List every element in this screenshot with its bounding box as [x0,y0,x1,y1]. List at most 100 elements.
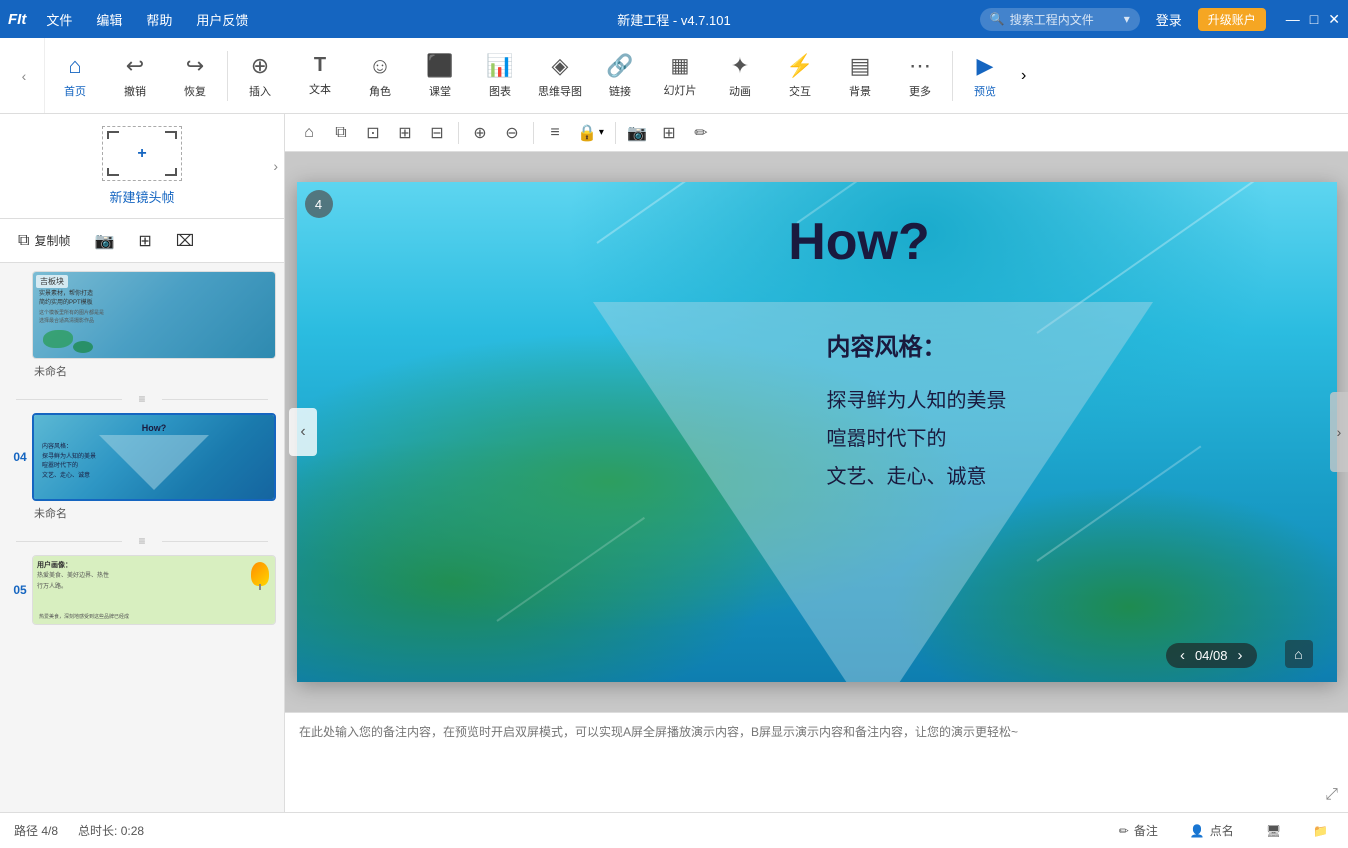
et-cut-button[interactable]: ⊡ [359,119,387,147]
new-frame-area[interactable]: + 新建镜头帧 › [0,114,284,219]
et-zoom-out-button[interactable]: ⊖ [498,119,526,147]
preview-label: 预览 [974,83,996,99]
toolbar-preview[interactable]: ▶ 预览 [955,41,1015,111]
thumb-title: How? [142,423,167,433]
app-logo: FIt [8,11,26,28]
menu-help[interactable]: 帮助 [142,8,176,31]
folder-icon: 📁 [1313,824,1328,838]
add-slide-button[interactable]: ≡ [130,387,154,411]
et-align-button[interactable]: ≡ [541,119,569,147]
separator-icon: ≡ [138,392,145,406]
et-copy-button[interactable]: ⧉ [327,119,355,147]
et-bring-front-button[interactable]: ⊟ [423,119,451,147]
slide-home-icon-btn[interactable]: ⌂ [1285,640,1313,668]
notes-input[interactable] [299,723,1334,802]
rollcall-button[interactable]: 👤 点名 [1184,820,1240,841]
slide-thumbnail-4[interactable]: How? 内容风格： 探寻鲜为人知的美景 喧嚣时代下的 文艺、走心、诚意 [32,413,276,501]
toolbar-chart[interactable]: 📊 图表 [470,41,530,111]
upgrade-button[interactable]: 升级账户 [1198,8,1266,31]
corner-bl [107,168,119,176]
et-screenshot-button[interactable]: 📷 [623,119,651,147]
et-edit-button[interactable]: ✏ [687,119,715,147]
slide-separator-2: ≡ [8,529,276,553]
editor-area: ⌂ ⧉ ⊡ ⊞ ⊟ ⊕ ⊖ ≡ 🔒 ▾ 📷 ⊞ ✏ ‹ [285,114,1348,812]
counter-next-button[interactable]: › [1238,647,1243,664]
counter-prev-button[interactable]: ‹ [1180,647,1185,664]
thumb-triangle [99,435,209,490]
slide-content-title: 内容风格： [827,327,1007,362]
login-button[interactable]: 登录 [1148,8,1190,31]
search-placeholder: 搜索工程内文件 [1010,11,1094,28]
minimize-button[interactable]: — [1286,11,1300,28]
canvas-nav-right-button[interactable]: › [1330,392,1348,472]
camera-button[interactable]: 📷 [88,227,120,255]
copy-frame-icon: ⧉ [18,232,29,250]
role-label: 角色 [369,83,391,99]
toolbar-mindmap[interactable]: ◈ 思维导图 [530,41,590,111]
transform-icon: ⊞ [138,231,151,251]
slide-canvas[interactable]: How? 内容风格： 探寻鲜为人知的美景 喧嚣时代下的 文艺、走心、诚意 4 ⌂ [297,182,1337,682]
nav-forward-button[interactable]: › [1021,67,1026,85]
menu-edit[interactable]: 编辑 [92,8,126,31]
menu-file[interactable]: 文件 [42,8,76,31]
search-icon: 🔍 [990,12,1005,26]
add-slide-button-2[interactable]: ≡ [130,529,154,553]
toolbar-slide[interactable]: ▦ 幻灯片 [650,41,710,111]
text-icon: T [314,54,326,77]
titlebar: FIt 文件 编辑 帮助 用户反馈 新建工程 - v4.7.101 🔍 搜索工程… [0,0,1348,38]
link-label: 链接 [609,83,631,99]
main-toolbar: ‹ ⌂ 首页 ↩ 撤销 ↪ 恢复 ⊕ 插入 T 文本 ☺ 角色 ⬛ 课堂 [0,38,1348,114]
slide-thumbnail[interactable]: 吉板块 实景素材，帮你打造 简约实用的PPT模板 这个模板里所有的图片都是是 选… [32,271,276,359]
lock-icon: 🔒 [577,123,597,143]
toolbar-class[interactable]: ⬛ 课堂 [410,41,470,111]
toolbar-text[interactable]: T 文本 [290,41,350,111]
insert-icon: ⊕ [251,53,269,79]
slide-name-1: 未命名 [34,363,276,379]
crop-button[interactable]: ⌧ [170,227,200,255]
toolbar-more[interactable]: ⋯ 更多 [890,41,950,111]
close-button[interactable]: ✕ [1328,11,1340,28]
scroll-right-icon[interactable]: › [273,158,278,174]
insert-label: 插入 [249,83,271,99]
toolbar-undo[interactable]: ↩ 撤销 [105,41,165,111]
backup-button[interactable]: ✏ 备注 [1113,820,1164,841]
toolbar-link[interactable]: 🔗 链接 [590,41,650,111]
toolbar-background[interactable]: ▤ 背景 [830,41,890,111]
et-home-button[interactable]: ⌂ [295,119,323,147]
search-box[interactable]: 🔍 搜索工程内文件 ▾ [980,8,1140,31]
toolbar-animation[interactable]: ✦ 动画 [710,41,770,111]
folder-button[interactable]: 📁 [1307,822,1334,840]
toolbar-role[interactable]: ☺ 角色 [350,41,410,111]
et-send-back-button[interactable]: ⊞ [391,119,419,147]
separator-icon-2: ≡ [138,534,145,548]
thumb-text: 内容风格： 探寻鲜为人知的美景 喧嚣时代下的 文艺、走心、诚意 [42,443,96,481]
maximize-button[interactable]: □ [1310,11,1318,28]
notes-expand-button[interactable]: ⤢ [1325,786,1338,804]
toolbar-redo[interactable]: ↪ 恢复 [165,41,225,111]
canvas-nav-left-button[interactable]: ‹ [289,408,317,456]
et-zoom-in-button[interactable]: ⊕ [466,119,494,147]
nav-back-button[interactable]: ‹ [10,62,38,90]
class-label: 课堂 [429,83,451,99]
corner-br [165,168,177,176]
undo-label: 撤销 [124,83,146,99]
lock-dropdown-arrow: ▾ [599,127,604,138]
island-shape-2 [73,341,93,353]
et-lock-dropdown[interactable]: 🔒 ▾ [573,121,608,145]
slide-label-badge: 吉板块 [36,275,68,288]
toolbar-home[interactable]: ⌂ 首页 [45,41,105,111]
toolbar-divider-2 [952,51,953,101]
menu-feedback[interactable]: 用户反馈 [192,8,252,31]
transform-button[interactable]: ⊞ [132,227,157,255]
slide-text-content: 实景素材，帮你打造 简约实用的PPT模板 这个模板里所有的图片都是是 选择最合适… [39,290,104,325]
toolbar-interact[interactable]: ⚡ 交互 [770,41,830,111]
toolbar-insert[interactable]: ⊕ 插入 [230,41,290,111]
screen-button[interactable]: 🖥 [1260,822,1287,840]
et-grid-button[interactable]: ⊞ [655,119,683,147]
statusbar: 路径 4/8 总时长: 0:28 ✏ 备注 👤 点名 🖥 📁 [0,812,1348,848]
text-label: 文本 [309,81,331,97]
class-icon: ⬛ [426,53,453,79]
slide-thumbnail-5[interactable]: 用户画像： 热爱美食、美好边界、热性 行万人路。 热爱美食，深刻地感受到这些品牌… [32,555,276,625]
slide-number-4: 04 [8,450,32,464]
copy-frame-button[interactable]: ⧉ 复制帧 [12,227,76,255]
